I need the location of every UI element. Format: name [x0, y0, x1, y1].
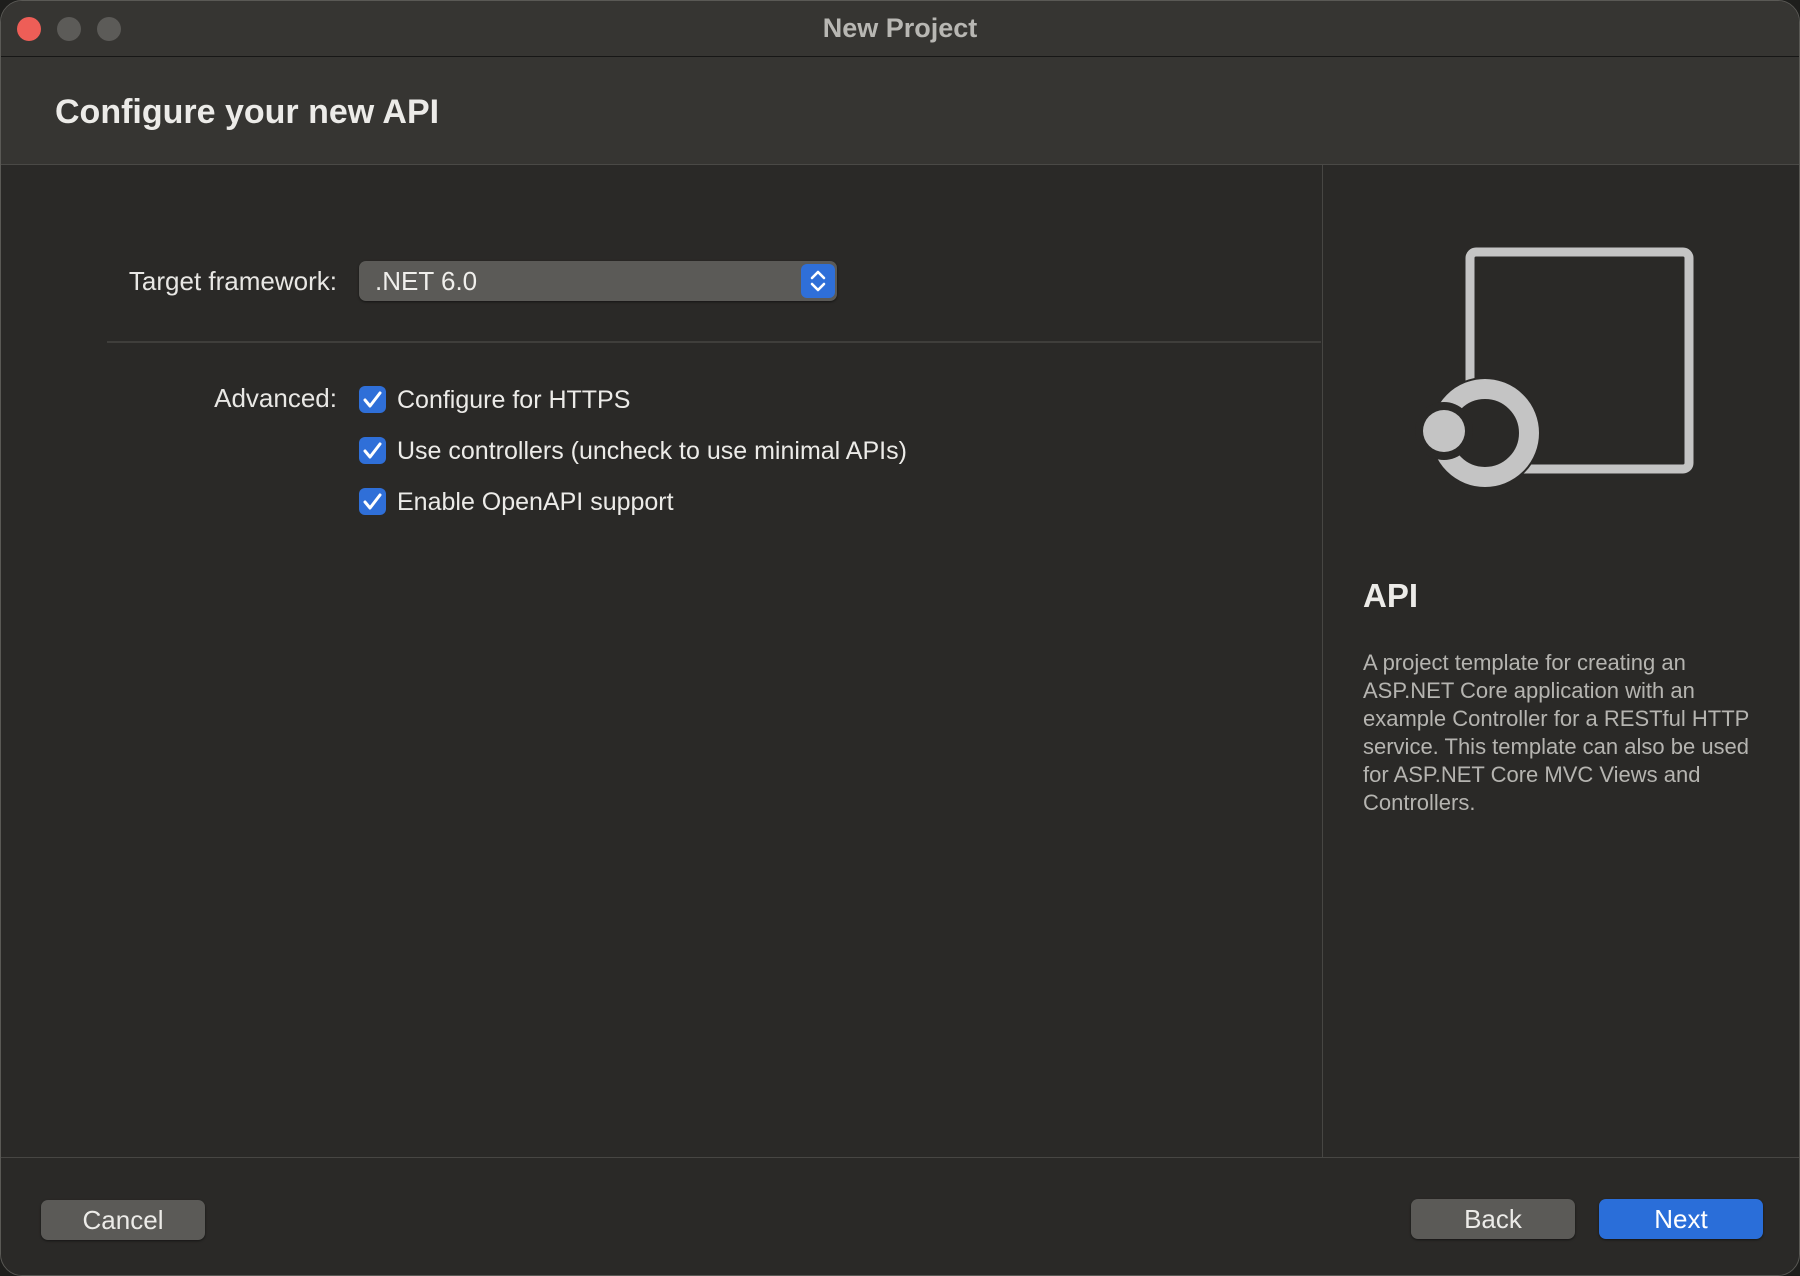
configuration-panel: Target framework: .NET 6.0 Advanced: Con… — [1, 165, 1321, 1157]
enable-openapi-checkbox[interactable] — [359, 488, 386, 515]
checkmark-icon — [363, 493, 382, 510]
configure-https-checkbox[interactable] — [359, 386, 386, 413]
cancel-button[interactable]: Cancel — [41, 1200, 205, 1240]
configure-https-label: Configure for HTTPS — [397, 386, 631, 414]
chevron-up-down-icon — [801, 264, 835, 298]
next-button[interactable]: Next — [1599, 1199, 1763, 1239]
target-framework-value: .NET 6.0 — [375, 266, 478, 296]
dialog-footer: Cancel Back Next — [1, 1157, 1799, 1275]
checkmark-icon — [363, 442, 382, 459]
section-divider — [107, 341, 1321, 343]
api-template-icon — [1375, 245, 1695, 495]
advanced-label: Advanced: — [214, 383, 337, 413]
back-button[interactable]: Back — [1411, 1199, 1575, 1239]
target-framework-select[interactable]: .NET 6.0 — [359, 261, 837, 301]
template-info-panel: API A project template for creating an A… — [1322, 165, 1799, 1157]
title-bar: New Project — [1, 1, 1799, 57]
target-framework-label: Target framework: — [128, 266, 337, 296]
checkmark-icon — [363, 391, 382, 408]
use-controllers-checkbox[interactable] — [359, 437, 386, 464]
template-title: API — [1363, 577, 1419, 614]
page-header: Configure your new API — [1, 57, 1799, 165]
use-controllers-label: Use controllers (uncheck to use minimal … — [397, 437, 907, 465]
enable-openapi-label: Enable OpenAPI support — [397, 488, 674, 516]
window-title: New Project — [822, 13, 978, 43]
page-title: Configure your new API — [55, 93, 440, 131]
new-project-window: New Project Configure your new API Targe… — [0, 0, 1800, 1276]
template-description: A project template for creating an ASP.N… — [1363, 650, 1750, 815]
